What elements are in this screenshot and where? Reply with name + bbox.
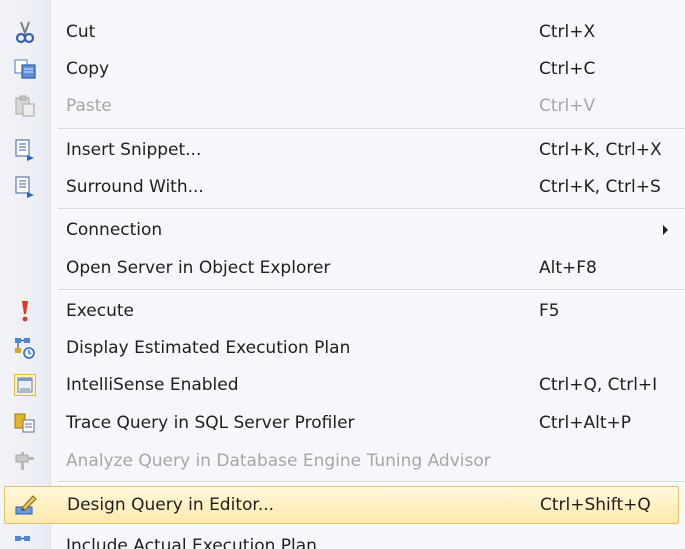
menu-separator <box>58 481 685 483</box>
menu-item-shortcut: Ctrl+Alt+P <box>539 413 632 433</box>
menu-item-label: Design Query in Editor... <box>67 495 275 515</box>
intellisense-icon <box>12 372 38 398</box>
menu-item-cut[interactable]: Cut Ctrl+X <box>0 13 685 51</box>
menu-item-shortcut: Ctrl+K, Ctrl+S <box>539 177 661 197</box>
tuning-advisor-icon <box>12 448 38 474</box>
menu-item-shortcut: Alt+F8 <box>539 258 597 278</box>
scissors-icon <box>12 19 38 45</box>
menu-item-label: Surround With... <box>66 177 204 197</box>
menu-item-shortcut: Ctrl+C <box>539 59 596 79</box>
estimated-plan-icon <box>12 335 38 361</box>
menu-separator <box>58 128 685 130</box>
design-query-icon <box>13 492 39 518</box>
menu-item-label: Insert Snippet... <box>66 140 202 160</box>
actual-plan-icon <box>12 533 38 549</box>
menu-item-shortcut: Ctrl+Q, Ctrl+I <box>539 375 658 395</box>
menu-item-label: Cut <box>66 22 96 42</box>
menu-item-design-query-in-editor[interactable]: Design Query in Editor... Ctrl+Shift+Q <box>4 486 679 524</box>
menu-item-label: IntelliSense Enabled <box>66 375 239 395</box>
execute-icon <box>12 298 38 324</box>
menu-item-label: Copy <box>66 59 110 79</box>
menu-separator <box>58 289 685 291</box>
menu-item-insert-snippet[interactable]: Insert Snippet... Ctrl+K, Ctrl+X <box>0 131 685 169</box>
menu-item-display-estimated-execution-plan[interactable]: Display Estimated Execution Plan <box>0 329 685 367</box>
menu-separator <box>58 208 685 210</box>
paste-icon <box>12 93 38 119</box>
menu-item-label: Trace Query in SQL Server Profiler <box>66 413 355 433</box>
menu-item-surround-with[interactable]: Surround With... Ctrl+K, Ctrl+S <box>0 168 685 206</box>
menu-item-label: Display Estimated Execution Plan <box>66 338 351 358</box>
menu-item-shortcut: Ctrl+K, Ctrl+X <box>539 140 662 160</box>
menu-item-trace-query-in-sql-server-profiler[interactable]: Trace Query in SQL Server Profiler Ctrl+… <box>0 404 685 442</box>
copy-icon <box>12 56 38 82</box>
context-menu: Cut Ctrl+X Copy Ctrl+C Paste Ctrl+V Inse… <box>0 0 685 549</box>
menu-item-label: Analyze Query in Database Engine Tuning … <box>66 451 491 471</box>
profiler-icon <box>12 410 38 436</box>
menu-item-open-server-in-object-explorer[interactable]: Open Server in Object Explorer Alt+F8 <box>0 249 685 287</box>
menu-item-analyze-query-in-tuning-advisor: Analyze Query in Database Engine Tuning … <box>0 442 685 480</box>
insert-snippet-icon <box>12 137 38 163</box>
menu-item-shortcut: Ctrl+X <box>539 22 596 42</box>
surround-with-icon <box>12 174 38 200</box>
menu-item-connection[interactable]: Connection <box>0 211 685 249</box>
menu-item-label: Paste <box>66 96 112 116</box>
menu-item-shortcut: F5 <box>539 301 560 321</box>
menu-item-intellisense-enabled[interactable]: IntelliSense Enabled Ctrl+Q, Ctrl+I <box>0 366 685 404</box>
menu-item-shortcut: Ctrl+V <box>539 96 596 116</box>
submenu-arrow-icon <box>663 225 668 235</box>
menu-item-label: Connection <box>66 220 163 240</box>
menu-item-execute[interactable]: Execute F5 <box>0 292 685 330</box>
menu-item-shortcut: Ctrl+Shift+Q <box>540 495 651 515</box>
menu-item-include-actual-execution-plan[interactable]: Include Actual Execution Plan <box>0 527 685 549</box>
menu-item-label: Execute <box>66 301 134 321</box>
menu-item-copy[interactable]: Copy Ctrl+C <box>0 50 685 88</box>
menu-item-paste: Paste Ctrl+V <box>0 87 685 125</box>
menu-item-label: Include Actual Execution Plan <box>66 536 317 549</box>
menu-item-label: Open Server in Object Explorer <box>66 258 331 278</box>
